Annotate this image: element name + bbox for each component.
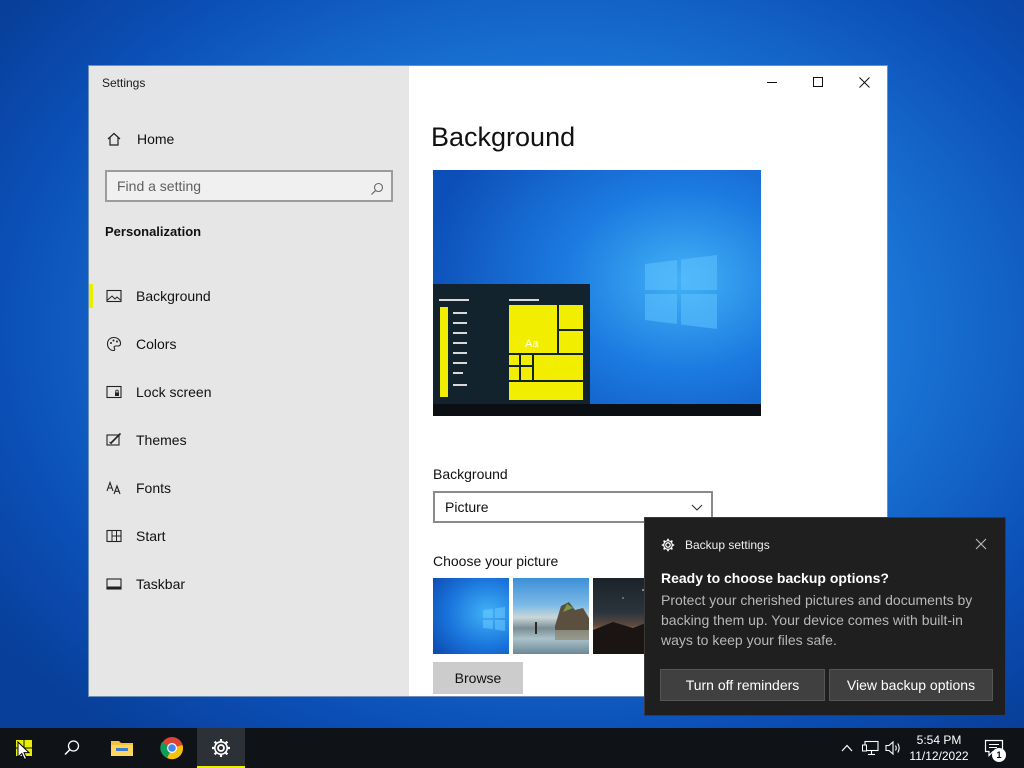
browse-button[interactable]: Browse bbox=[433, 662, 523, 694]
home-label: Home bbox=[137, 131, 175, 147]
file-explorer-icon bbox=[111, 741, 133, 756]
lock-screen-icon bbox=[106, 384, 122, 400]
beach-rocks-image bbox=[535, 602, 589, 640]
sidebar-item-themes[interactable]: Themes bbox=[89, 416, 409, 464]
taskbar-file-explorer[interactable] bbox=[98, 728, 146, 768]
toast-title: Ready to choose backup options? bbox=[661, 570, 889, 586]
search-placeholder: Find a setting bbox=[117, 178, 202, 194]
background-type-label: Background bbox=[433, 466, 508, 482]
search-input[interactable]: Find a setting bbox=[105, 170, 393, 202]
sidebar-item-background[interactable]: Background bbox=[89, 272, 409, 320]
volume-icon bbox=[885, 740, 900, 756]
sidebar-item-label: Background bbox=[136, 288, 211, 304]
sidebar-item-label: Lock screen bbox=[136, 384, 212, 400]
toast-app-name: Backup settings bbox=[685, 538, 770, 552]
sidebar-item-start[interactable]: Start bbox=[89, 512, 409, 560]
taskbar-clock[interactable]: 5:54 PM 11/12/2022 bbox=[904, 732, 974, 764]
toast-header: Backup settings bbox=[661, 538, 770, 552]
sidebar-item-label: Colors bbox=[136, 336, 177, 352]
windows-logo-icon bbox=[483, 607, 505, 631]
toast-body: Protect your cherished pictures and docu… bbox=[661, 592, 973, 648]
volume-button[interactable] bbox=[884, 728, 904, 768]
windows-logo-icon bbox=[645, 255, 717, 329]
sidebar-nav: Background Colors Lock screen Themes Fon… bbox=[89, 272, 409, 608]
page-title: Background bbox=[431, 122, 576, 152]
taskbar-settings[interactable] bbox=[197, 728, 245, 768]
preview-taskbar bbox=[433, 404, 761, 416]
mouse-cursor-icon bbox=[17, 741, 31, 761]
turn-off-reminders-button[interactable]: Turn off reminders bbox=[660, 669, 825, 701]
search-icon bbox=[64, 740, 80, 756]
close-icon bbox=[975, 538, 987, 550]
taskbar: 5:54 PM 11/12/2022 1 bbox=[0, 728, 1024, 768]
background-type-value: Picture bbox=[445, 499, 489, 515]
window-title: Settings bbox=[102, 76, 146, 90]
home-link[interactable]: Home bbox=[105, 130, 174, 148]
sidebar: Settings Home Find a setting Personaliza… bbox=[89, 66, 409, 696]
start-icon bbox=[106, 528, 122, 544]
preview-tile-text: Aa bbox=[525, 338, 539, 350]
sidebar-item-taskbar[interactable]: Taskbar bbox=[89, 560, 409, 608]
sidebar-item-label: Start bbox=[136, 528, 166, 544]
section-title: Personalization bbox=[105, 224, 202, 239]
home-icon bbox=[105, 130, 123, 148]
action-center-button[interactable] bbox=[980, 728, 1008, 768]
picture-icon bbox=[106, 288, 122, 304]
taskbar-chrome[interactable] bbox=[148, 728, 196, 768]
settings-gear-icon bbox=[212, 739, 230, 757]
taskbar-icon bbox=[106, 576, 122, 592]
search-icon[interactable] bbox=[369, 178, 385, 195]
background-preview: Aa bbox=[433, 170, 761, 416]
picture-thumbnail[interactable] bbox=[433, 578, 509, 654]
network-button[interactable] bbox=[860, 728, 882, 768]
sidebar-item-label: Taskbar bbox=[136, 576, 186, 592]
sidebar-item-lock-screen[interactable]: Lock screen bbox=[89, 368, 409, 416]
sidebar-item-colors[interactable]: Colors bbox=[89, 320, 409, 368]
view-backup-options-button[interactable]: View backup options bbox=[829, 669, 993, 701]
clock-date: 11/12/2022 bbox=[909, 749, 969, 763]
sidebar-item-fonts[interactable]: Fonts bbox=[89, 464, 409, 512]
preview-start-menu: Aa bbox=[433, 284, 590, 408]
picture-thumbnail[interactable] bbox=[513, 578, 589, 654]
fonts-icon bbox=[106, 480, 122, 496]
clock-time: 5:54 PM bbox=[916, 733, 962, 747]
notification-count-badge: 1 bbox=[992, 748, 1006, 762]
backup-toast-notification: Backup settings Ready to choose backup o… bbox=[644, 517, 1006, 716]
toast-close-button[interactable] bbox=[975, 537, 987, 550]
settings-gear-icon bbox=[661, 538, 675, 552]
chevron-up-icon bbox=[841, 744, 853, 752]
palette-icon bbox=[106, 336, 122, 352]
chrome-icon bbox=[160, 737, 183, 760]
show-hidden-icons-button[interactable] bbox=[838, 728, 856, 768]
network-icon bbox=[862, 740, 879, 756]
chevron-down-icon bbox=[691, 504, 703, 511]
choose-picture-label: Choose your picture bbox=[433, 553, 559, 569]
sidebar-item-label: Fonts bbox=[136, 480, 172, 496]
themes-icon bbox=[106, 432, 122, 448]
taskbar-search-button[interactable] bbox=[48, 728, 96, 768]
sidebar-item-label: Themes bbox=[136, 432, 187, 448]
